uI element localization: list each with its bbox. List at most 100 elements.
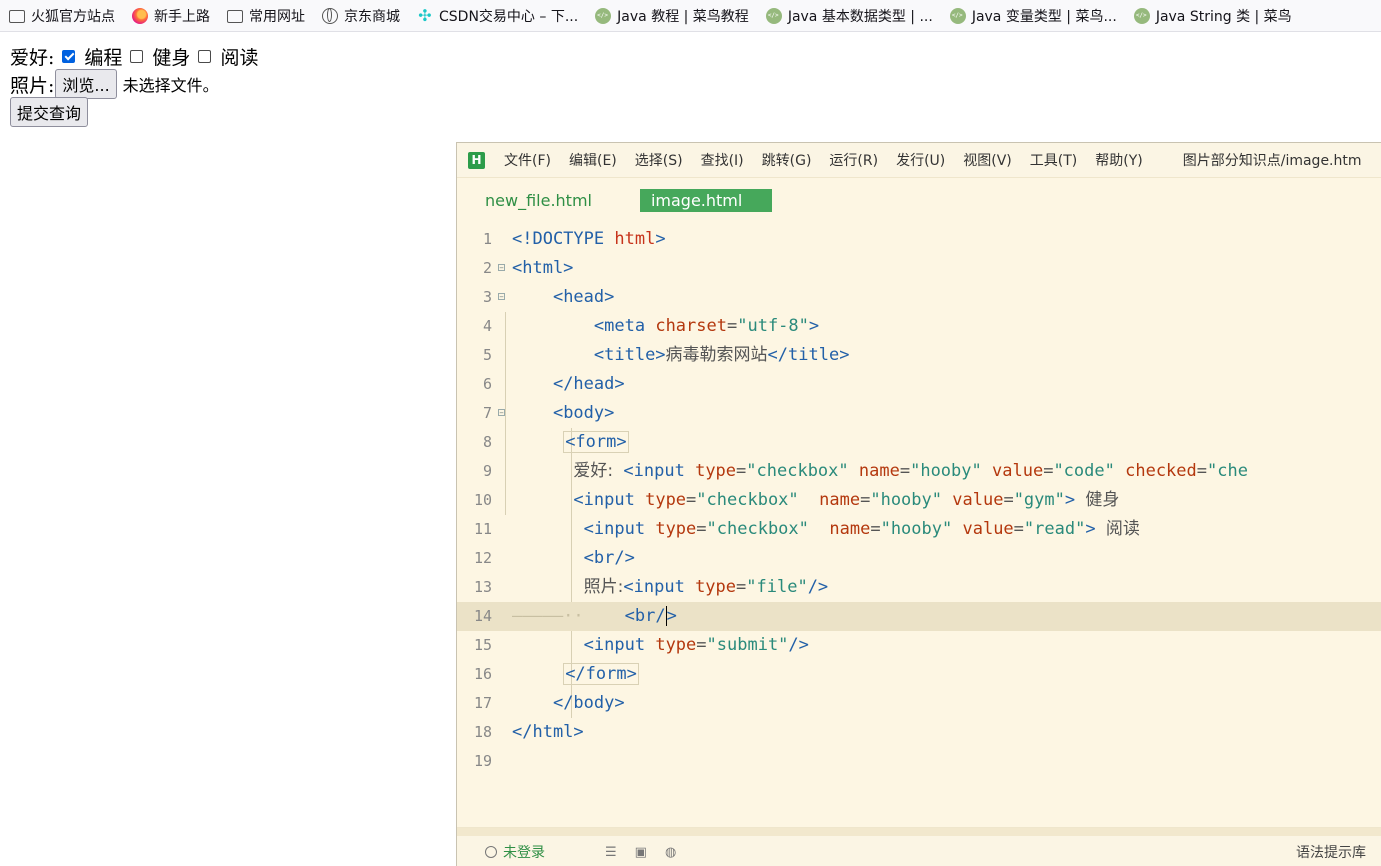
bookmark-label: 新手上路 — [154, 8, 210, 25]
bookmarks-toolbar: 火狐官方站点 新手上路 常用网址 京东商城 ✣ CSDN交易中心 – 下... J… — [0, 0, 1381, 32]
hobby-label: 爱好: — [10, 46, 55, 69]
globe-icon[interactable]: ◍ — [665, 845, 676, 860]
line-number: 18 — [473, 723, 492, 741]
bookmark-item[interactable]: 新手上路 — [123, 2, 218, 30]
editor-statusbar: 未登录 ☰ ▣ ◍ 语法提示库 — [457, 827, 1381, 866]
bookmark-label: 常用网址 — [249, 8, 305, 25]
no-file-text: 未选择文件。 — [122, 76, 219, 95]
line-number: 3 — [482, 288, 492, 306]
line-number: 9 — [482, 462, 492, 480]
code-line: 17 </body> — [457, 689, 1381, 718]
line-number: 7 — [482, 404, 492, 422]
line-number: 2 — [482, 259, 492, 277]
rendered-form: 爱好: 编程 健身 阅读 照片: 浏览... 未选择文件。 提交查询 — [9, 42, 258, 127]
code-area[interactable]: 1 <!DOCTYPE html> 2− <html> 3− <head> 4 <m… — [457, 225, 1381, 776]
line-number: 12 — [473, 549, 492, 567]
menu-goto[interactable]: 跳转(G) — [762, 150, 812, 170]
code-line: 19 — [457, 747, 1381, 776]
line-number: 6 — [482, 375, 492, 393]
code-line: 13 照片:<input type="file"/> — [457, 573, 1381, 602]
tab-image[interactable]: image.html — [639, 188, 773, 212]
bookmark-label: 京东商城 — [344, 8, 400, 25]
line-number: 14 — [473, 607, 492, 625]
status-strip — [457, 828, 1381, 836]
menu-edit[interactable]: 编辑(E) — [569, 150, 617, 170]
bookmark-item[interactable]: 常用网址 — [218, 2, 313, 30]
hbuilder-logo-icon: H — [468, 151, 485, 169]
hobby-checkbox-gym[interactable] — [130, 49, 144, 63]
menu-find[interactable]: 查找(I) — [701, 150, 744, 170]
bookmark-label: CSDN交易中心 – 下... — [439, 8, 579, 25]
window-title: 图片部分知识点/image.htm — [1182, 153, 1362, 169]
line-number: 5 — [482, 346, 492, 364]
code-line: 12 <br/> — [457, 544, 1381, 573]
folder-icon — [9, 10, 25, 23]
tab-new-file[interactable]: new_file.html — [485, 191, 592, 210]
bookmark-label: Java 基本数据类型 | ... — [787, 8, 933, 25]
hobby-row: 爱好: 编程 健身 阅读 — [10, 42, 258, 70]
bookmark-item[interactable]: ✣ CSDN交易中心 – 下... — [408, 2, 586, 30]
submit-row: 提交查询 — [9, 97, 258, 127]
login-status[interactable]: 未登录 — [503, 842, 545, 862]
globe-icon — [322, 7, 338, 24]
fold-toggle-icon[interactable]: − — [498, 293, 505, 301]
code-line: 7− <body> — [457, 399, 1381, 428]
bookmark-item[interactable]: Java 教程 | 菜鸟教程 — [586, 2, 757, 30]
hobby-checkbox-read[interactable] — [198, 49, 212, 63]
menu-tools[interactable]: 工具(T) — [1030, 150, 1077, 170]
bookmark-item[interactable]: Java 变量类型 | 菜鸟... — [941, 2, 1125, 30]
bookmark-item[interactable]: 京东商城 — [313, 2, 408, 30]
menu-run[interactable]: 运行(R) — [829, 150, 878, 170]
line-number: 1 — [482, 230, 492, 248]
code-line: 2− <html> — [457, 254, 1381, 283]
menu-select[interactable]: 选择(S) — [635, 150, 683, 170]
code-line: 3− <head> — [457, 283, 1381, 312]
list-icon[interactable]: ☰ — [605, 845, 617, 860]
code-line: 11 <input type="checkbox" name="hooby" v… — [457, 515, 1381, 544]
code-line: 8 <form> — [457, 428, 1381, 457]
bookmark-label: Java 变量类型 | 菜鸟... — [971, 8, 1117, 25]
line-number: 11 — [473, 520, 492, 538]
hobby-option-label: 阅读 — [220, 46, 259, 69]
bookmark-item[interactable]: Java 基本数据类型 | ... — [757, 2, 941, 30]
firefox-icon — [132, 7, 148, 24]
user-icon — [485, 846, 497, 858]
code-line: 5 <title>病毒勒索网站</title> — [457, 341, 1381, 370]
terminal-icon[interactable]: ▣ — [635, 845, 647, 860]
editor-menubar: H 文件(F) 编辑(E) 选择(S) 查找(I) 跳转(G) 运行(R) 发行… — [457, 143, 1381, 178]
photo-label: 照片: — [10, 74, 55, 97]
code-line: 1 <!DOCTYPE html> — [457, 225, 1381, 254]
runoob-icon — [949, 7, 966, 24]
menu-file[interactable]: 文件(F) — [504, 150, 551, 170]
line-number: 13 — [473, 578, 492, 596]
code-line: 9 爱好: <input type="checkbox" name="hooby… — [457, 457, 1381, 486]
line-number: 16 — [473, 665, 492, 683]
line-number: 19 — [473, 752, 492, 770]
bookmark-item[interactable]: 火狐官方站点 — [0, 2, 123, 30]
editor-tabs: new_file.html image.html — [457, 178, 1381, 222]
syntax-hint-library[interactable]: 语法提示库 — [1296, 842, 1366, 862]
hobby-option-label: 编程 — [84, 46, 123, 69]
line-number: 17 — [473, 694, 492, 712]
line-number: 8 — [482, 433, 492, 451]
menu-help[interactable]: 帮助(Y) — [1095, 150, 1142, 170]
code-line: 15 <input type="submit"/> — [457, 631, 1381, 660]
editor-window: H 文件(F) 编辑(E) 选择(S) 查找(I) 跳转(G) 运行(R) 发行… — [456, 142, 1381, 866]
bookmark-item[interactable]: Java String 类 | 菜鸟 — [1125, 2, 1300, 30]
hobby-option-label: 健身 — [152, 46, 191, 69]
bookmark-label: Java String 类 | 菜鸟 — [1155, 8, 1292, 25]
code-line: 10 <input type="checkbox" name="hooby" v… — [457, 486, 1381, 515]
line-number: 10 — [473, 491, 492, 509]
code-line: 6 </head> — [457, 370, 1381, 399]
code-line: 16 </form> — [457, 660, 1381, 689]
fold-toggle-icon[interactable]: − — [498, 409, 505, 417]
bookmark-label: 火狐官方站点 — [31, 8, 115, 25]
submit-button[interactable]: 提交查询 — [10, 97, 89, 127]
menu-publish[interactable]: 发行(U) — [896, 150, 945, 170]
fold-toggle-icon[interactable]: − — [498, 264, 505, 272]
code-line-current: 14 —————·· <br/> — [457, 602, 1381, 631]
hobby-checkbox-code[interactable] — [62, 49, 76, 63]
browse-button[interactable]: 浏览... — [55, 69, 117, 99]
line-number: 15 — [473, 636, 492, 654]
menu-view[interactable]: 视图(V) — [963, 150, 1012, 170]
